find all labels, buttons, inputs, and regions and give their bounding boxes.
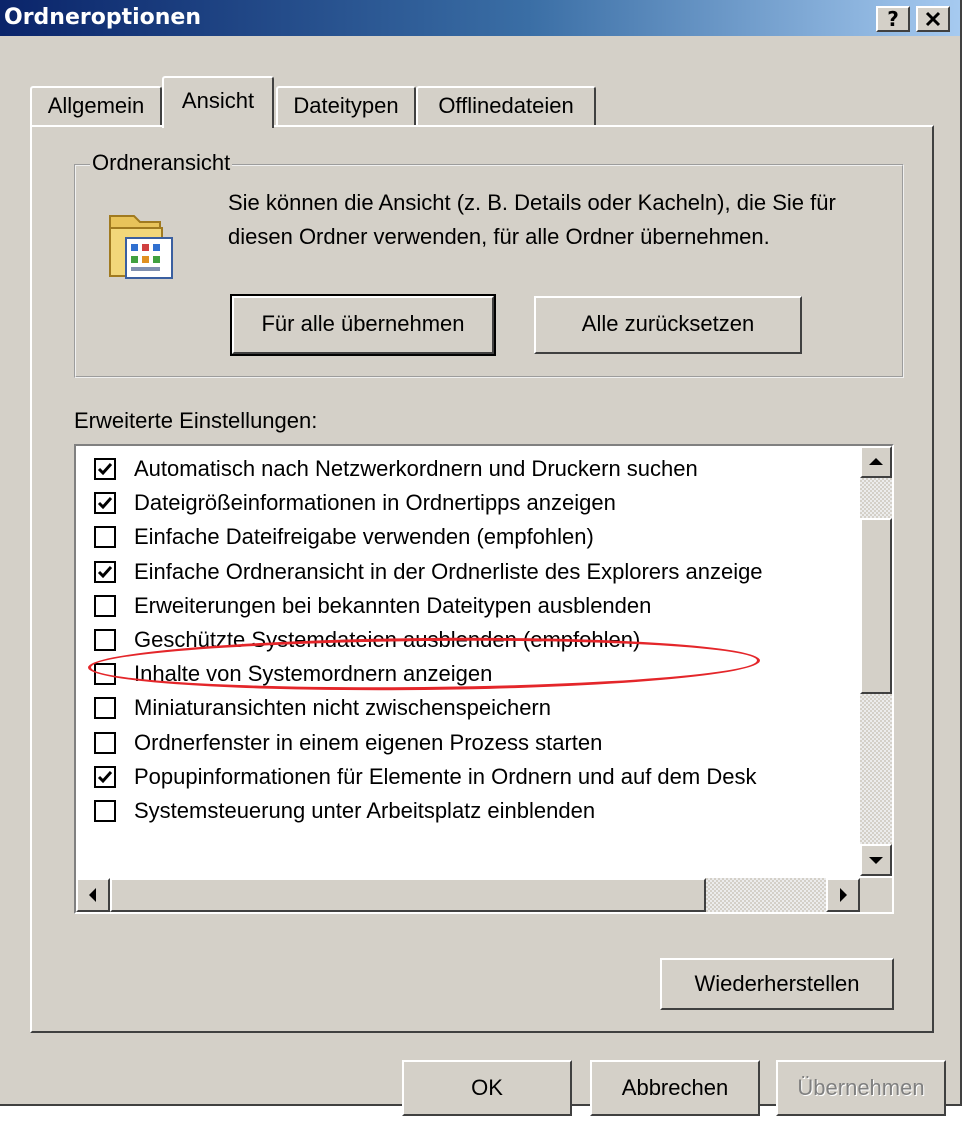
checkbox-checked[interactable] <box>94 492 116 515</box>
setting-item-label: Dateigrößeinformationen in Ordnertipps a… <box>134 490 616 516</box>
apply-to-all-folders-button[interactable]: Für alle übernehmen <box>230 294 496 356</box>
checkbox-checked[interactable] <box>94 765 116 788</box>
reset-all-folders-button[interactable]: Alle zurücksetzen <box>534 296 802 354</box>
arrow-up-icon <box>869 458 883 465</box>
window-title: Ordneroptionen <box>4 5 202 30</box>
setting-item[interactable]: Systemsteuerung unter Arbeitsplatz einbl… <box>94 794 596 828</box>
setting-item[interactable]: Erweiterungen bei bekannten Dateitypen a… <box>94 589 652 623</box>
checkbox-unchecked[interactable] <box>94 800 116 822</box>
close-button[interactable] <box>916 6 950 32</box>
scroll-up-button[interactable] <box>860 446 892 478</box>
setting-item[interactable]: Miniaturansichten nicht zwischenspeicher… <box>94 691 551 725</box>
setting-item-label: Einfache Ordneransicht in der Ordnerlist… <box>134 558 763 584</box>
tab-allgemein[interactable]: Allgemein <box>30 86 162 126</box>
vertical-scroll-thumb[interactable] <box>860 518 892 694</box>
tab-dateitypen[interactable]: Dateitypen <box>276 86 416 126</box>
horizontal-scroll-thumb[interactable] <box>110 878 706 912</box>
setting-item[interactable]: Ordnerfenster in einem eigenen Prozess s… <box>94 726 603 760</box>
checkmark-icon <box>97 463 113 476</box>
checkbox-checked[interactable] <box>94 458 116 480</box>
folder-options-dialog: Ordneroptionen ? Allgemein Ansicht Datei… <box>0 0 962 1116</box>
help-button[interactable]: ? <box>876 6 910 32</box>
checkbox-checked[interactable] <box>94 560 116 583</box>
arrow-left-icon <box>89 888 96 902</box>
setting-item[interactable]: Einfache Ordneransicht in der Ordnerlist… <box>94 555 763 589</box>
checkbox-unchecked[interactable] <box>94 731 116 754</box>
checkmark-icon <box>97 770 113 783</box>
reset-all-folders-label: Alle zurücksetzen <box>581 311 755 336</box>
ok-label: OK <box>471 1075 503 1100</box>
scroll-right-button[interactable] <box>826 878 860 912</box>
folder-view-description: Sie können die Ansicht (z. B. Details od… <box>228 190 836 249</box>
advanced-settings-label: Erweiterte Einstellungen: <box>74 408 318 433</box>
setting-item-label: Einfache Dateifreigabe verwenden (empfoh… <box>134 524 594 550</box>
folder-view-legend: Ordneransicht <box>90 150 233 176</box>
setting-item[interactable]: Dateigrößeinformationen in Ordnertipps a… <box>94 486 616 520</box>
setting-item-label: Automatisch nach Netzwerkordnern und Dru… <box>134 456 698 481</box>
setting-item-label: Systemsteuerung unter Arbeitsplatz einbl… <box>134 798 596 823</box>
title-bar[interactable]: Ordneroptionen ? <box>0 0 960 36</box>
restore-defaults-button[interactable]: Wiederherstellen <box>660 958 894 1010</box>
folder-view-icon <box>104 206 176 280</box>
scrollbar-corner <box>860 878 892 912</box>
cancel-button[interactable]: Abbrechen <box>590 1060 760 1116</box>
apply-button[interactable]: Übernehmen <box>776 1060 946 1116</box>
checkbox-unchecked[interactable] <box>94 629 116 651</box>
arrow-down-icon <box>869 857 883 864</box>
close-icon <box>925 11 941 27</box>
setting-item-label: Erweiterungen bei bekannten Dateitypen a… <box>134 592 652 618</box>
cancel-label: Abbrechen <box>621 1075 729 1100</box>
checkbox-unchecked[interactable] <box>94 594 116 617</box>
setting-item-label: Miniaturansichten nicht zwischenspeicher… <box>134 695 551 721</box>
setting-item[interactable]: Einfache Dateifreigabe verwenden (empfoh… <box>94 520 594 554</box>
setting-item[interactable]: Popupinformationen für Elemente in Ordne… <box>94 760 757 794</box>
apply-label: Übernehmen <box>797 1075 925 1100</box>
horizontal-scrollbar[interactable] <box>76 878 860 912</box>
tab-ansicht[interactable]: Ansicht <box>162 76 274 128</box>
checkmark-icon <box>97 565 113 578</box>
ok-button[interactable]: OK <box>402 1060 572 1116</box>
scroll-down-button[interactable] <box>860 844 892 876</box>
scroll-left-button[interactable] <box>76 878 110 912</box>
checkbox-unchecked[interactable] <box>94 526 116 549</box>
checkmark-icon <box>97 497 113 510</box>
arrow-right-icon <box>840 888 847 902</box>
setting-item-label: Ordnerfenster in einem eigenen Prozess s… <box>134 729 603 755</box>
setting-item-label: Popupinformationen für Elemente in Ordne… <box>134 763 757 789</box>
checkbox-unchecked[interactable] <box>94 697 116 720</box>
tab-offlinedateien[interactable]: Offlinedateien <box>416 86 596 126</box>
restore-defaults-label: Wiederherstellen <box>694 971 860 996</box>
vertical-scrollbar[interactable] <box>860 446 892 876</box>
apply-to-all-folders-label: Für alle übernehmen <box>261 311 465 336</box>
setting-item[interactable]: Automatisch nach Netzwerkordnern und Dru… <box>94 452 698 486</box>
